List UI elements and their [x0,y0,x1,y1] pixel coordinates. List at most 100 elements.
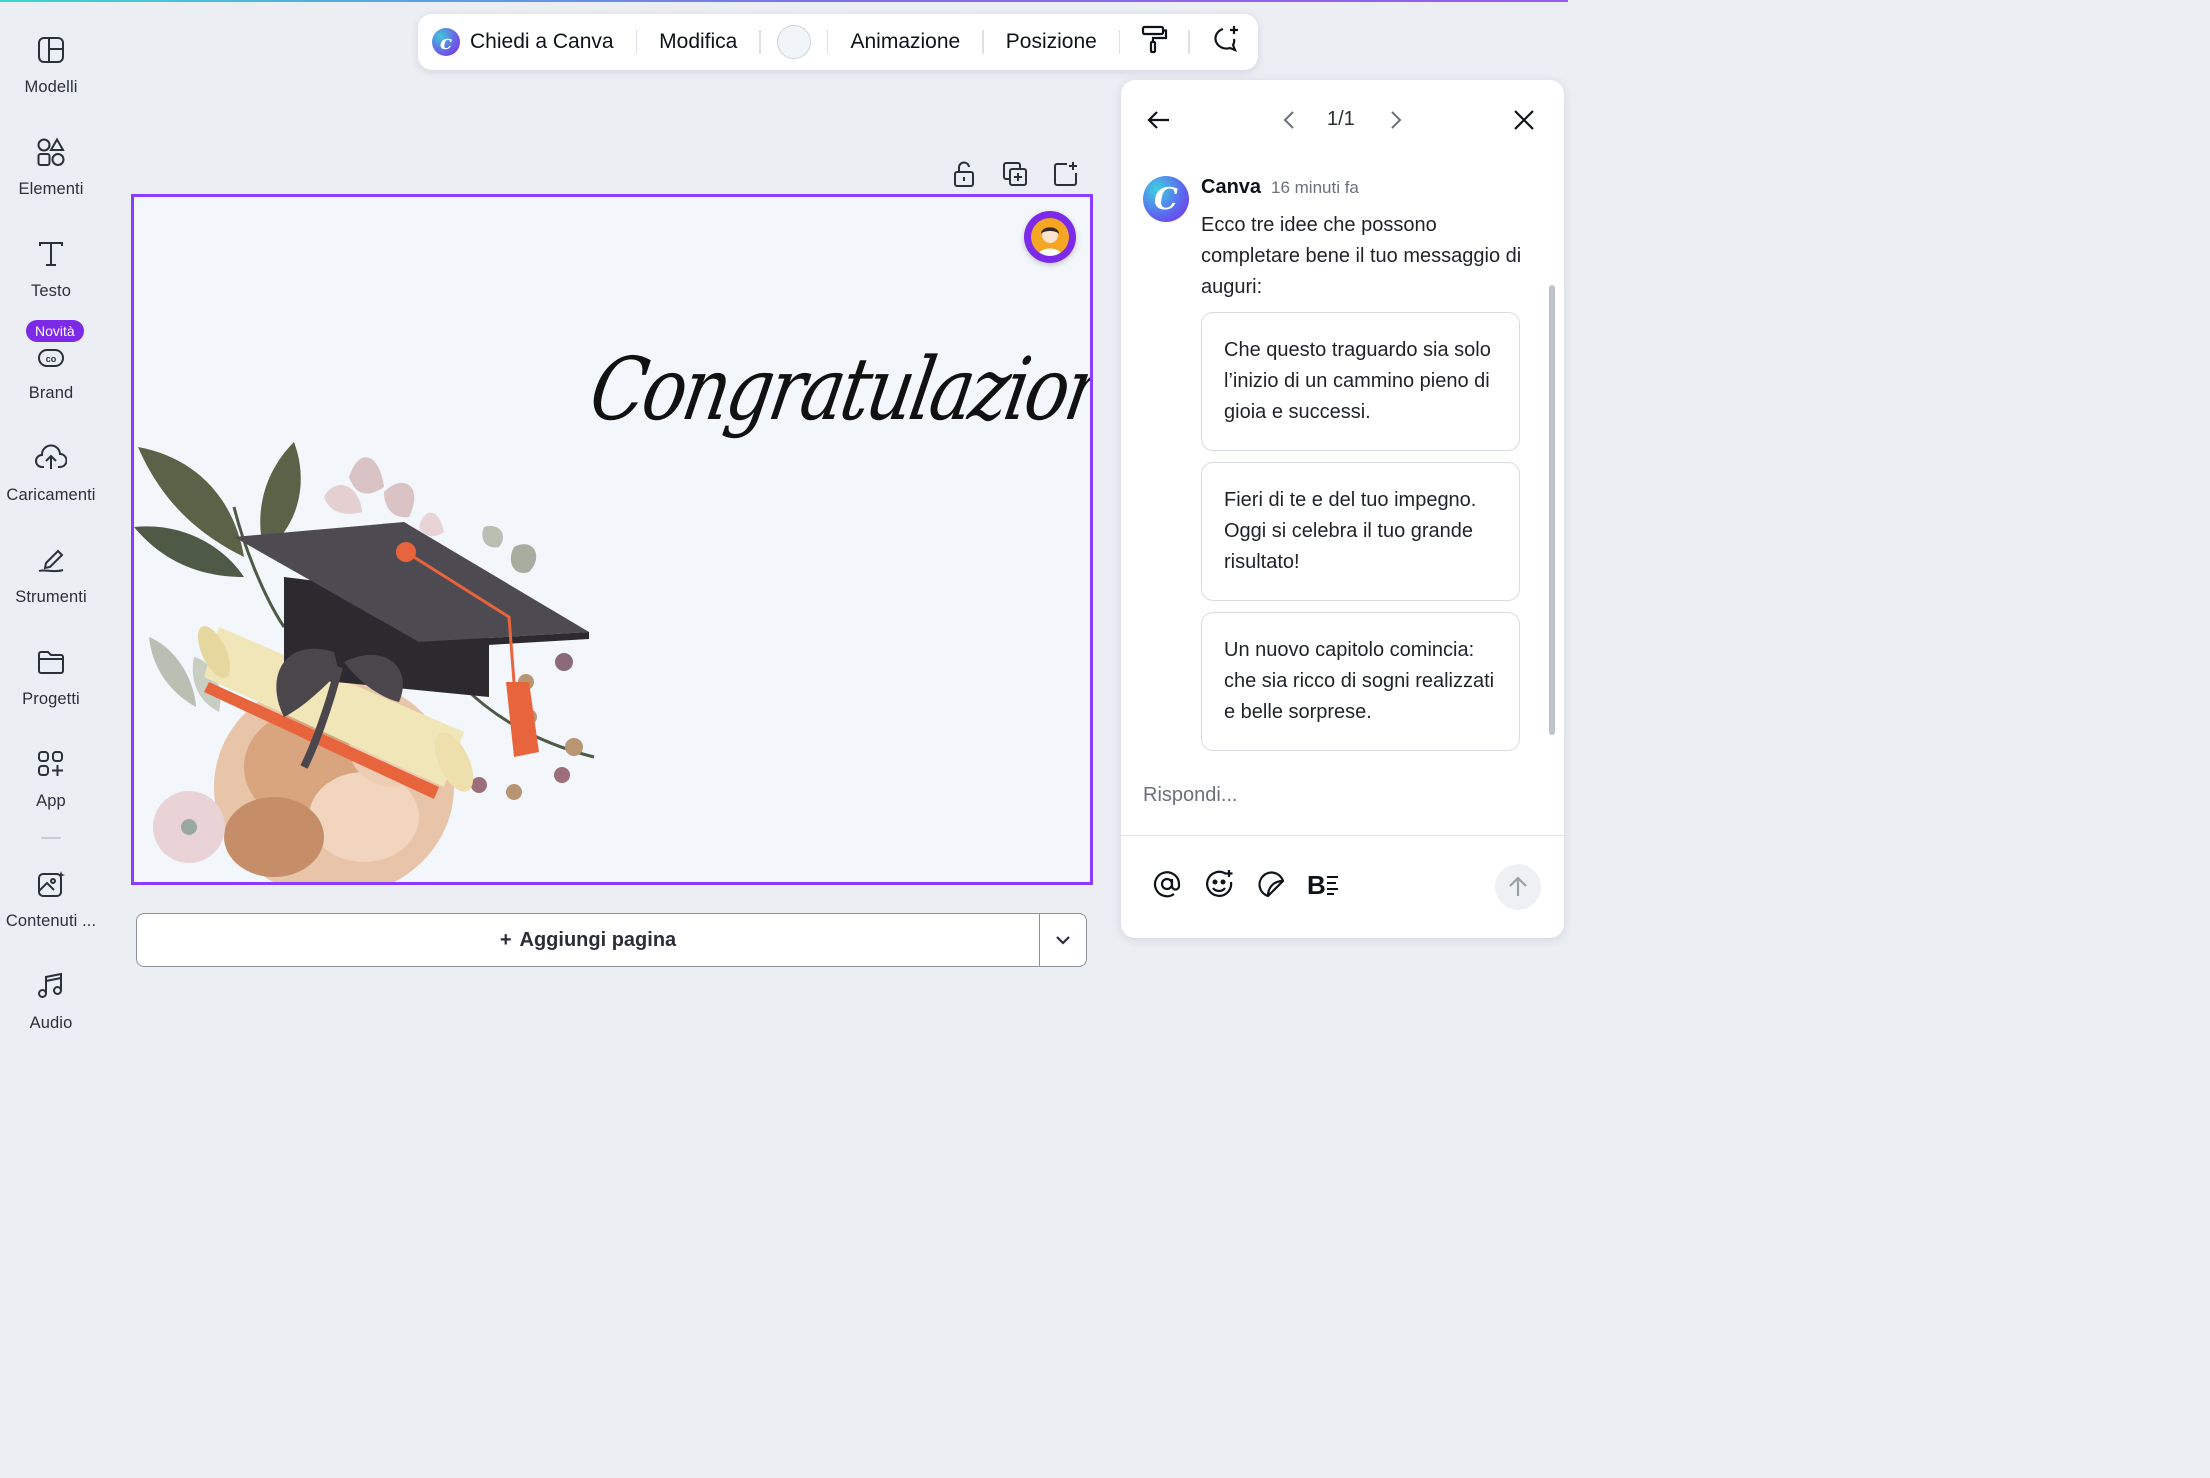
reply-toolbar: B [1151,868,1339,900]
duplicate-page-button[interactable] [999,158,1031,190]
panel-header: 1/1 [1121,80,1564,160]
back-button[interactable] [1143,104,1175,136]
sticker-button[interactable] [1255,868,1287,900]
sidebar-item-label: Caricamenti [6,486,96,504]
graduation-floral-illustration [134,442,595,882]
sidebar-item-label: Progetti [22,690,80,708]
comment-timestamp: 16 minuti fa [1271,178,1359,197]
sidebar-item-audio[interactable]: Audio [0,970,102,1060]
panel-scrollbar[interactable] [1549,285,1555,735]
sticker-icon [1258,871,1285,898]
sidebar-item-elements[interactable]: Elementi [0,136,102,226]
lock-page-button[interactable] [948,158,980,190]
sidebar-item-label: Strumenti [15,588,87,606]
comment-author: Canva [1201,176,1262,198]
edit-label: Modifica [659,30,738,53]
sidebar-item-magic-media[interactable]: Contenuti ... [0,868,102,958]
new-badge: Novità [26,320,84,342]
text-icon [35,238,67,270]
animation-label: Animazione [850,30,961,53]
copy-style-button[interactable] [1120,14,1188,70]
congratulations-heading[interactable]: Congratulazioni! [583,339,1090,440]
comment-pager: 1/1 [1327,108,1355,130]
comment-message: Ecco tre idee che possono completare ben… [1201,214,1522,298]
add-comment-button[interactable] [1190,14,1258,70]
sidebar-divider [41,837,61,839]
sidebar-item-label: Contenuti ... [5,912,97,930]
bold-list-icon: B [1307,870,1338,898]
position-label: Posizione [1005,30,1097,53]
sidebar-item-label: App [36,792,66,810]
comments-panel: 1/1 C Canva 16 minuti fa Ecco tre idee c… [1121,80,1564,938]
suggestion-card[interactable]: Un nuovo capitolo comincia: che sia ricc… [1201,612,1520,751]
page-actions [948,158,1082,190]
canva-assistant-icon: c [432,28,460,56]
ask-canva-label: Chiedi a Canva [470,30,614,53]
sidebar-item-templates[interactable]: Modelli [0,34,102,124]
sidebar-item-label: Audio [29,1014,73,1032]
duplicate-icon [1003,162,1027,186]
draw-tool-icon [35,544,67,576]
reply-input[interactable] [1143,780,1543,810]
design-canvas[interactable]: Congratulazioni! [131,194,1093,885]
context-toolbar: c Chiedi a Canva Modifica Animazione Pos… [418,14,1258,70]
add-page-icon [1054,162,1077,186]
sidebar-item-label: Modelli [24,78,78,96]
user-avatar-icon [1031,218,1069,256]
comment-add-icon [1208,24,1240,60]
paint-roller-icon [1140,24,1168,60]
sidebar-item-uploads[interactable]: Caricamenti [0,442,102,532]
emoji-button[interactable] [1203,868,1235,900]
position-button[interactable]: Posizione [984,14,1119,70]
magic-media-icon [35,868,67,900]
add-page-options-button[interactable] [1039,913,1087,967]
color-swatch [776,25,811,59]
ask-canva-button[interactable]: c Chiedi a Canva [418,14,636,70]
suggestion-card[interactable]: Fieri di te e del tuo impegno. Oggi si c… [1201,462,1520,601]
chevron-down-icon [1056,936,1070,945]
canva-avatar: C [1143,176,1189,222]
at-sign-icon [1153,871,1181,898]
close-icon [1514,110,1534,130]
sidebar-item-projects[interactable]: Progetti [0,646,102,736]
sidebar-item-label: Brand [28,384,74,402]
upload-cloud-icon [35,442,67,474]
unlock-icon [954,161,974,187]
arrow-up-icon [1509,876,1527,896]
brand-icon: co [35,340,67,372]
templates-icon [35,34,67,66]
add-page-icon-button[interactable] [1050,158,1082,190]
reply-divider [1121,835,1564,836]
add-page-button[interactable]: + Aggiungi pagina [136,913,1040,967]
svg-text:co: co [46,354,57,364]
emoji-add-icon [1206,870,1233,897]
elements-icon [35,136,67,168]
sidebar-item-tools[interactable]: Strumenti [0,544,102,634]
add-page-label: Aggiungi pagina [519,928,677,951]
suggestion-card[interactable]: Che questo traguardo sia solo l’inizio d… [1201,312,1520,451]
sidebar-item-label: Testo [31,282,71,300]
folder-icon [35,646,67,678]
arrow-left-icon [1147,111,1169,129]
sidebar-item-label: Elementi [18,180,84,198]
collaborator-avatar[interactable] [1024,211,1076,263]
sidebar-item-brand[interactable]: co Brand [0,340,102,430]
mention-button[interactable] [1151,868,1183,900]
sidebar-item-text[interactable]: Testo [0,238,102,328]
animation-button[interactable]: Animazione [828,14,982,70]
chevron-left-icon [1283,111,1294,129]
close-panel-button[interactable] [1508,104,1540,136]
left-sidebar: Modelli Elementi Testo Novità co Brand C… [0,0,102,1049]
edit-button[interactable]: Modifica [637,14,759,70]
music-note-icon [35,970,67,1002]
chevron-right-icon [1391,111,1402,129]
background-color-button[interactable] [761,14,827,70]
plus-icon: + [499,928,512,951]
top-gradient-line [0,0,1568,2]
svg-text:B: B [1307,870,1326,898]
format-button[interactable]: B [1307,868,1339,900]
next-comment-button[interactable] [1380,104,1412,136]
sidebar-item-apps[interactable]: App [0,748,102,838]
send-reply-button[interactable] [1495,864,1541,910]
previous-comment-button[interactable] [1273,104,1305,136]
